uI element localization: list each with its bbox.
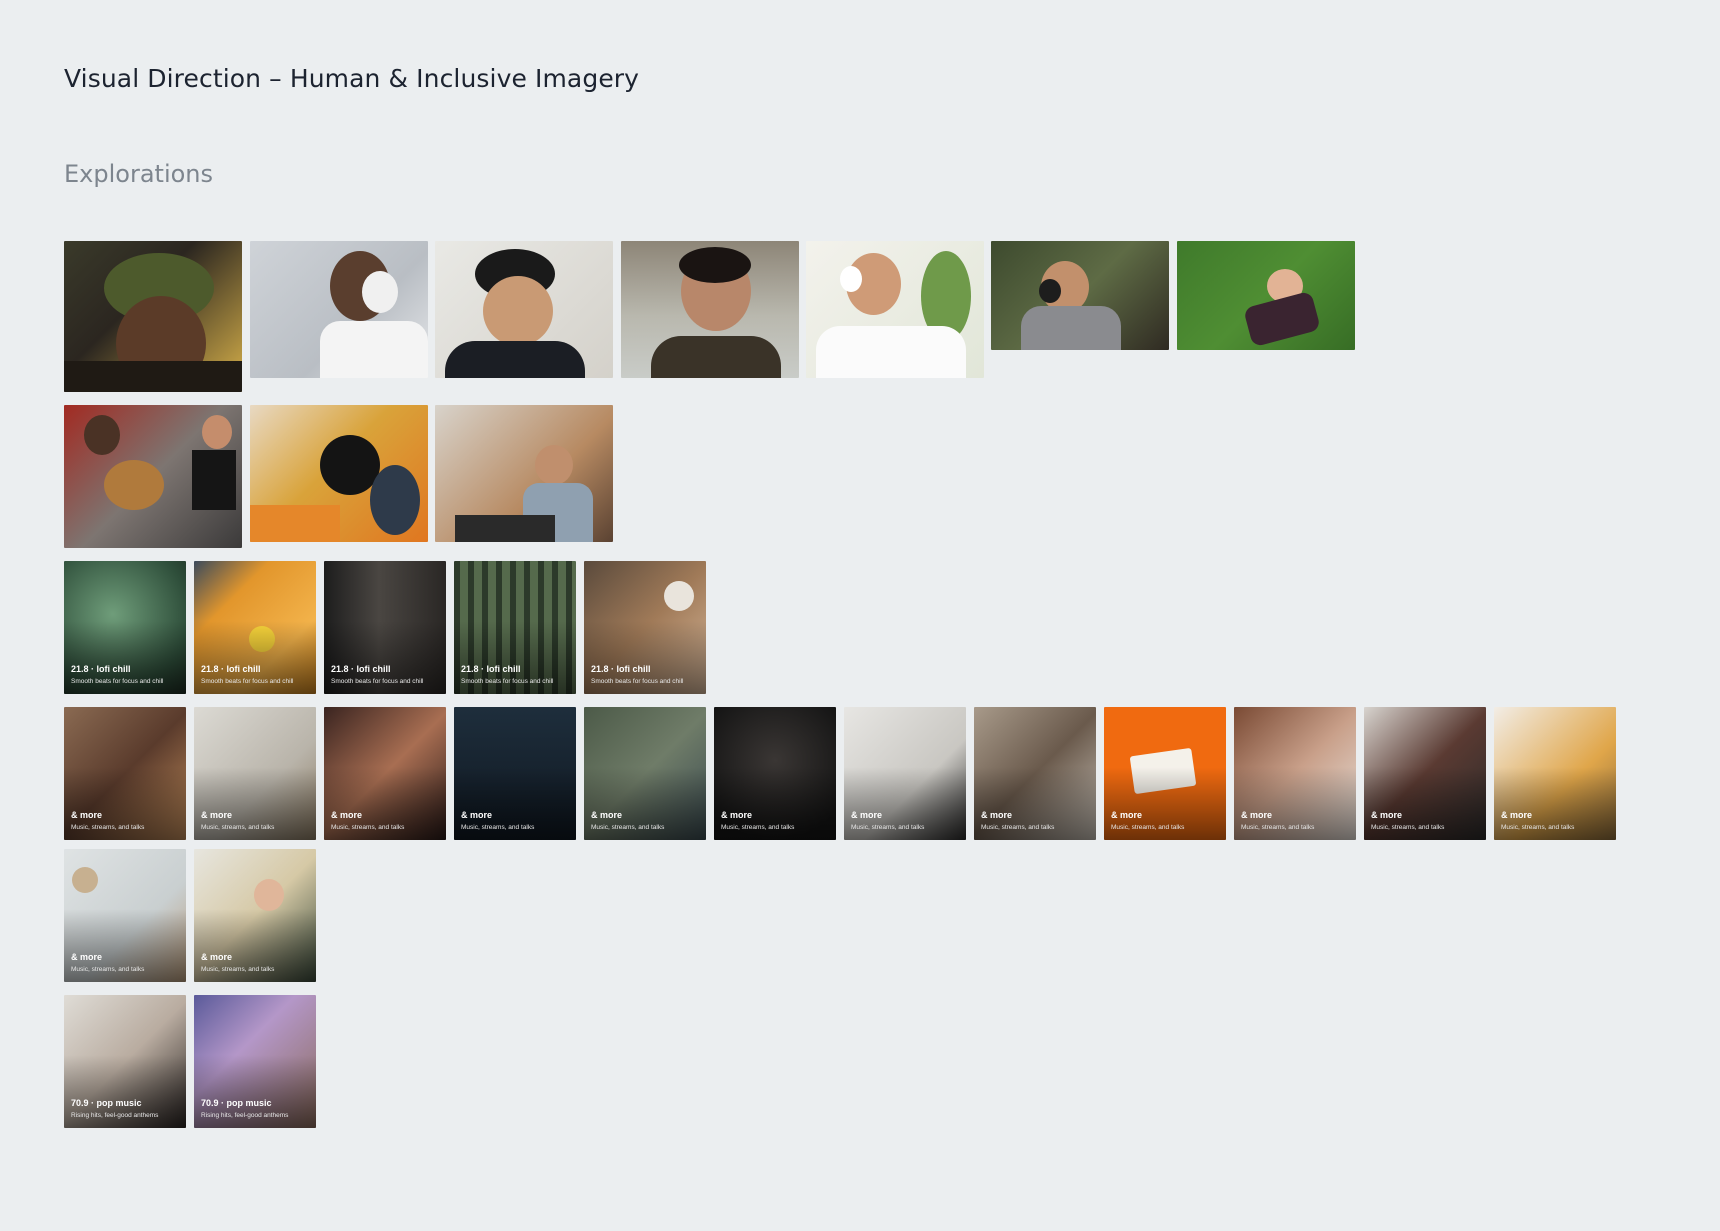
section-title-explorations: Explorations [64,160,214,188]
playlist-card-lofi[interactable]: 21.8 · lofi chill Smooth beats for focus… [194,561,316,694]
card-subtitle: Music, streams, and talks [201,966,275,973]
card-subtitle: Music, streams, and talks [981,824,1055,831]
card-title: & more [981,810,1013,820]
photo-tile[interactable] [621,241,799,378]
playlist-card-pop[interactable]: 70.9 · pop music Rising hits, feel-good … [64,995,186,1128]
photo-tile[interactable] [64,405,242,548]
card-subtitle: Music, streams, and talks [1111,824,1185,831]
playlist-card-more[interactable]: & more Music, streams, and talks [64,849,186,982]
card-title: & more [1241,810,1273,820]
card-subtitle: Music, streams, and talks [201,824,275,831]
photo-tile[interactable] [435,405,613,542]
card-title: 21.8 · lofi chill [591,664,651,674]
card-title: & more [201,952,233,962]
card-subtitle: Music, streams, and talks [1371,824,1445,831]
card-title: & more [1371,810,1403,820]
photo-tile[interactable] [1177,241,1355,350]
photo-tile[interactable] [64,241,242,392]
playlist-card-more[interactable]: & more Music, streams, and talks [194,707,316,840]
card-subtitle: Smooth beats for focus and chill [201,678,294,685]
card-subtitle: Rising hits, feel-good anthems [201,1112,289,1119]
card-title: & more [331,810,363,820]
photo-tile[interactable] [250,405,428,542]
page-title: Visual Direction – Human & Inclusive Ima… [64,64,640,93]
card-title: & more [1111,810,1143,820]
card-title: 21.8 · lofi chill [461,664,521,674]
card-title: & more [71,810,103,820]
card-subtitle: Music, streams, and talks [1501,824,1575,831]
card-subtitle: Music, streams, and talks [71,966,145,973]
card-subtitle: Music, streams, and talks [851,824,925,831]
playlist-card-more[interactable]: & more Music, streams, and talks [1104,707,1226,840]
card-title: & more [461,810,493,820]
card-title: 21.8 · lofi chill [331,664,391,674]
card-title: 70.9 · pop music [71,1098,142,1108]
card-title: 21.8 · lofi chill [71,664,131,674]
card-subtitle: Music, streams, and talks [71,824,145,831]
card-title: & more [201,810,233,820]
playlist-card-pop[interactable]: 70.9 · pop music Rising hits, feel-good … [194,995,316,1128]
playlist-card-lofi[interactable]: 21.8 · lofi chill Smooth beats for focus… [454,561,576,694]
card-subtitle: Music, streams, and talks [331,824,405,831]
playlist-card-more[interactable]: & more Music, streams, and talks [1364,707,1486,840]
card-subtitle: Music, streams, and talks [591,824,665,831]
card-title: & more [851,810,883,820]
playlist-card-more[interactable]: & more Music, streams, and talks [194,849,316,982]
card-subtitle: Rising hits, feel-good anthems [71,1112,159,1119]
playlist-card-lofi[interactable]: 21.8 · lofi chill Smooth beats for focus… [324,561,446,694]
photo-tile[interactable] [250,241,428,378]
card-title: & more [71,952,103,962]
photo-tile[interactable] [806,241,984,378]
photo-tile[interactable] [991,241,1169,350]
playlist-card-more[interactable]: & more Music, streams, and talks [714,707,836,840]
card-title: 21.8 · lofi chill [201,664,261,674]
card-title: & more [591,810,623,820]
playlist-card-more[interactable]: & more Music, streams, and talks [64,707,186,840]
card-title: & more [1501,810,1533,820]
playlist-card-more[interactable]: & more Music, streams, and talks [1234,707,1356,840]
card-subtitle: Music, streams, and talks [461,824,535,831]
playlist-card-more[interactable]: & more Music, streams, and talks [974,707,1096,840]
card-subtitle: Music, streams, and talks [721,824,795,831]
photo-tile[interactable] [435,241,613,378]
card-subtitle: Music, streams, and talks [1241,824,1315,831]
card-title: 70.9 · pop music [201,1098,272,1108]
card-subtitle: Smooth beats for focus and chill [71,678,164,685]
card-subtitle: Smooth beats for focus and chill [331,678,424,685]
card-subtitle: Smooth beats for focus and chill [461,678,554,685]
card-subtitle: Smooth beats for focus and chill [591,678,684,685]
playlist-card-more[interactable]: & more Music, streams, and talks [584,707,706,840]
playlist-card-more[interactable]: & more Music, streams, and talks [844,707,966,840]
playlist-card-more[interactable]: & more Music, streams, and talks [324,707,446,840]
playlist-card-lofi[interactable]: 21.8 · lofi chill Smooth beats for focus… [584,561,706,694]
playlist-card-more[interactable]: & more Music, streams, and talks [1494,707,1616,840]
playlist-card-more[interactable]: & more Music, streams, and talks [454,707,576,840]
card-title: & more [721,810,753,820]
playlist-card-lofi[interactable]: 21.8 · lofi chill Smooth beats for focus… [64,561,186,694]
